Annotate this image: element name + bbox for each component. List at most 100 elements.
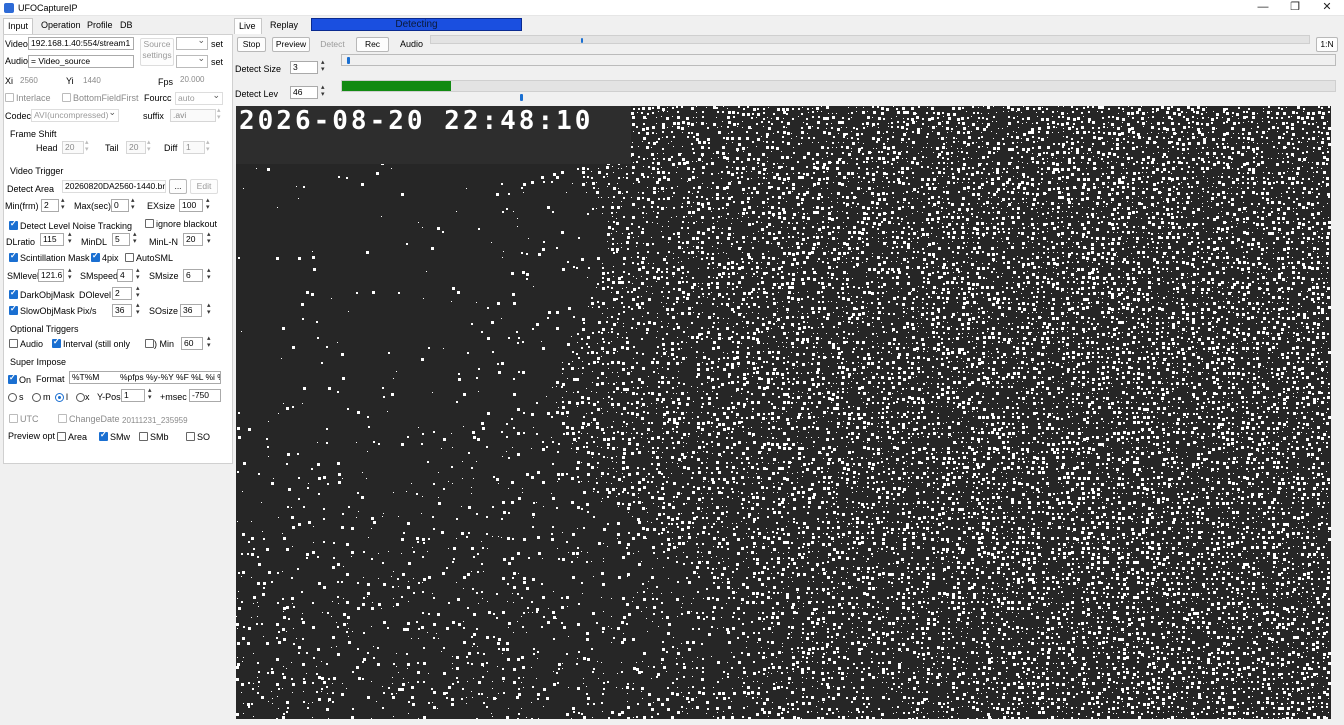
size-m-radio[interactable]: [32, 393, 41, 402]
detect-lev-field[interactable]: 46: [290, 86, 318, 99]
video-source-field[interactable]: 192.168.1.40:554/stream1: [28, 37, 134, 50]
superimpose-on-checkbox[interactable]: [8, 373, 17, 384]
changedate-checkbox[interactable]: [58, 414, 67, 423]
detect-area-edit-button[interactable]: Edit: [190, 179, 218, 194]
ypos-field[interactable]: 1: [121, 389, 145, 402]
size-l-label: l: [66, 392, 68, 402]
source-settings-button[interactable]: Source settings: [140, 38, 174, 66]
interval-min-spinner[interactable]: [206, 334, 214, 350]
head-spinner[interactable]: [84, 138, 92, 154]
scintillation-mask-checkbox[interactable]: [9, 251, 18, 262]
utc-checkbox[interactable]: [9, 414, 18, 423]
preview-smb-checkbox[interactable]: [139, 432, 148, 441]
pixs-spinner[interactable]: [135, 301, 143, 317]
preview-button[interactable]: Preview: [272, 37, 310, 52]
exsize-spinner[interactable]: [205, 196, 213, 212]
dlratio-field[interactable]: 115: [40, 233, 64, 246]
dlnt-checkbox[interactable]: [9, 219, 18, 230]
preview-area-checkbox[interactable]: [57, 432, 66, 441]
audio-source-dropdown[interactable]: [176, 53, 208, 68]
minln-spinner[interactable]: [206, 230, 214, 246]
detect-level-thumb[interactable]: [520, 94, 524, 101]
interval-min-field[interactable]: 60: [181, 337, 203, 350]
codec-dropdown[interactable]: AVI(uncompressed): [31, 107, 119, 122]
detect-area-browse-button[interactable]: ...: [169, 179, 187, 194]
dolevel-field[interactable]: 2: [112, 287, 132, 300]
dolevel-spinner[interactable]: [135, 284, 143, 300]
dlratio-spinner[interactable]: [67, 230, 75, 246]
minimize-button[interactable]: —: [1247, 0, 1279, 16]
maxsec-field[interactable]: 0: [111, 199, 129, 212]
mindl-field[interactable]: 5: [112, 233, 130, 246]
preview-smw-checkbox[interactable]: [99, 430, 108, 441]
codec-label: Codec: [5, 111, 32, 121]
size-s-radio[interactable]: [8, 393, 17, 402]
exsize-field[interactable]: 100: [179, 199, 203, 212]
smspeed-spinner[interactable]: [135, 266, 143, 282]
msec-field[interactable]: -750: [189, 389, 221, 402]
diff-spinner[interactable]: [205, 138, 213, 154]
tab-input[interactable]: Input: [3, 18, 33, 34]
detect-size-spinner[interactable]: [320, 58, 328, 74]
head-field[interactable]: 20: [62, 141, 84, 154]
suffix-spinner[interactable]: [216, 106, 224, 122]
detect-size-field[interactable]: 3: [290, 61, 318, 74]
detect-lev-spinner[interactable]: [320, 83, 328, 99]
ypos-spinner[interactable]: [147, 386, 155, 402]
bottom-field-first-checkbox[interactable]: [62, 93, 71, 102]
rec-button[interactable]: Rec: [356, 37, 389, 52]
detect-button[interactable]: Detect: [314, 37, 351, 52]
sosize-spinner[interactable]: [206, 301, 214, 317]
diff-field[interactable]: 1: [183, 141, 205, 154]
interval-checkbox[interactable]: [52, 337, 61, 348]
tail-field[interactable]: 20: [126, 141, 146, 154]
fourcc-dropdown[interactable]: auto: [175, 90, 223, 105]
darkobjmask-checkbox[interactable]: [9, 288, 18, 299]
audio-level-thumb[interactable]: [580, 38, 583, 43]
detect-size-slider[interactable]: [341, 54, 1336, 66]
detect-area-field[interactable]: 20260820DA2560-1440.bmp: [62, 180, 166, 193]
minfrm-field[interactable]: 2: [41, 199, 59, 212]
one-n-button[interactable]: 1:N: [1316, 37, 1338, 52]
stop-button[interactable]: Stop: [237, 37, 266, 52]
tab-operation[interactable]: Operation: [37, 18, 85, 34]
ignore-blackout-checkbox[interactable]: [145, 219, 154, 228]
maxsec-spinner[interactable]: [130, 196, 138, 212]
smspeed-field[interactable]: 4: [117, 269, 133, 282]
maximize-button[interactable]: ❐: [1279, 0, 1311, 16]
size-x-radio[interactable]: [76, 393, 85, 402]
interlace-checkbox[interactable]: [5, 93, 14, 102]
video-source-dropdown[interactable]: [176, 35, 208, 50]
fourpix-checkbox[interactable]: [91, 251, 100, 262]
detect-size-thumb[interactable]: [346, 57, 350, 64]
pixs-field[interactable]: 36: [112, 304, 132, 317]
autosml-checkbox[interactable]: [125, 253, 134, 262]
mindl-spinner[interactable]: [132, 230, 140, 246]
tab-replay[interactable]: Replay: [266, 18, 302, 34]
suffix-field[interactable]: .avi: [170, 109, 216, 122]
dolevel-label: DOlevel: [79, 290, 112, 300]
close-button[interactable]: ✕: [1311, 0, 1343, 16]
interval-option-checkbox[interactable]: [145, 339, 154, 348]
audio-source-field[interactable]: = Video_source: [28, 55, 134, 68]
tab-profile[interactable]: Profile: [83, 18, 117, 34]
slowobjmask-checkbox[interactable]: [9, 304, 18, 315]
size-l-radio[interactable]: [55, 393, 64, 402]
format-field[interactable]: %T%M %pfps %y-%Y %F %L %i %: [69, 371, 221, 384]
audio-set-button[interactable]: set: [211, 57, 223, 67]
minfrm-spinner[interactable]: [60, 196, 68, 212]
tail-spinner[interactable]: [146, 138, 154, 154]
audio-level-slider[interactable]: [430, 35, 1310, 44]
smsize-spinner[interactable]: [206, 266, 214, 282]
minln-field[interactable]: 20: [183, 233, 203, 246]
tab-db[interactable]: DB: [116, 18, 137, 34]
detect-lev-label: Detect Lev: [235, 89, 279, 99]
sosize-field[interactable]: 36: [180, 304, 202, 317]
preview-so-checkbox[interactable]: [186, 432, 195, 441]
audio-trigger-checkbox[interactable]: [9, 339, 18, 348]
video-set-button[interactable]: set: [211, 39, 223, 49]
tab-live[interactable]: Live: [234, 18, 262, 34]
smlevel-field[interactable]: 121.6: [38, 269, 64, 282]
smsize-field[interactable]: 6: [183, 269, 203, 282]
smlevel-spinner[interactable]: [67, 266, 75, 282]
